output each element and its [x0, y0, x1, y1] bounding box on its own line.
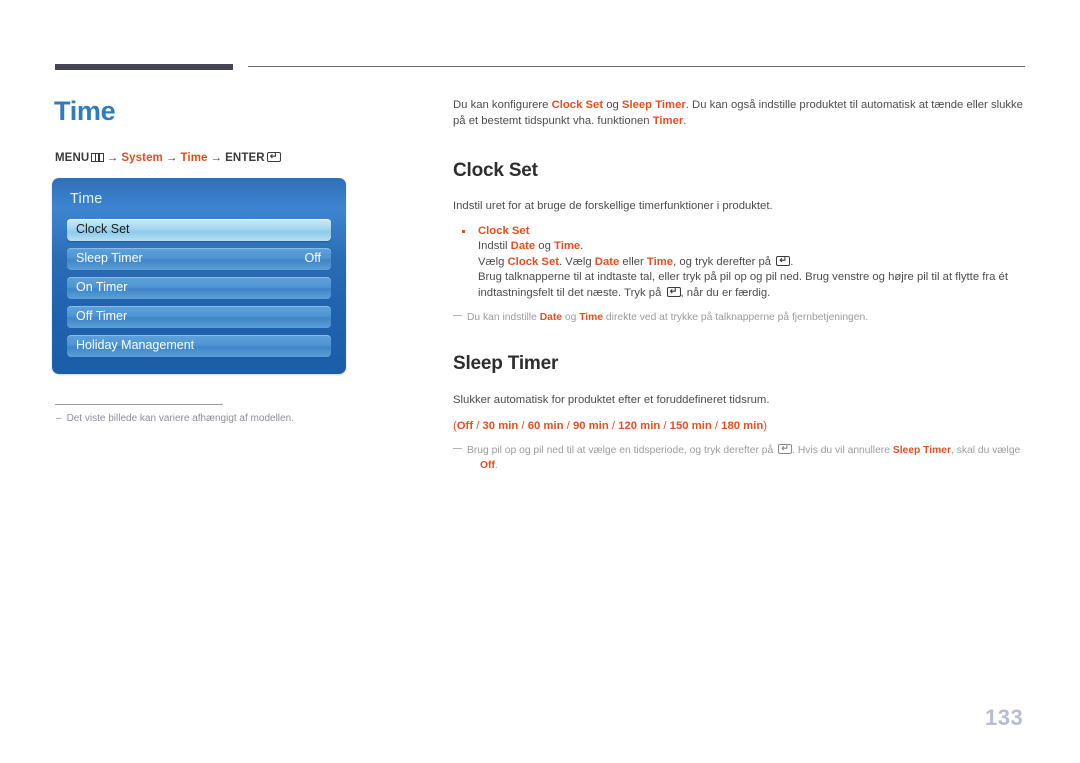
clock-set-heading: Clock Set: [453, 160, 538, 181]
cs-note-t3: direkte ved at trykke på talknapperne på…: [603, 312, 869, 323]
cs-l1-t2: og: [535, 240, 554, 252]
enter-key-icon: ↵: [778, 444, 793, 454]
breadcrumb-menu-label: MENU: [55, 152, 90, 164]
intro-accent-sleep-timer: Sleep Timer: [621, 99, 686, 111]
note-dash-icon: [453, 448, 462, 450]
cs-l2-t2: . Vælg: [559, 255, 595, 268]
cs-l3-t2: , når du er færdig.: [680, 286, 771, 299]
note-dash-icon: [453, 315, 462, 317]
page-title: Time: [54, 96, 116, 126]
enter-key-icon: ↵: [776, 255, 791, 266]
osd-item-holiday-management[interactable]: Holiday Management: [67, 335, 331, 357]
cs-l2-t5: .: [790, 255, 794, 268]
header-rule-thin: [248, 66, 1025, 67]
st-note-t1: Brug pil op og pil ned til at vælge en t…: [467, 445, 777, 456]
intro-accent-clock-set: Clock Set: [551, 99, 604, 111]
osd-menu-panel: Time Clock Set Sleep Timer Off On Timer …: [52, 178, 346, 374]
osd-item-label: Sleep Timer: [76, 251, 143, 265]
osd-menu-title: Time: [70, 191, 103, 207]
left-footnote-text: Det viste billede kan variere afhængigt …: [66, 413, 294, 424]
osd-item-label: Clock Set: [76, 222, 130, 236]
breadcrumb-arrow-2: →: [165, 152, 178, 164]
osd-item-label: Holiday Management: [76, 338, 195, 352]
clock-set-line-3: Brug talknapperne til at indtaste tal, e…: [478, 270, 1025, 301]
breadcrumb-enter-label: ENTER: [225, 152, 265, 164]
sleep-option-5: 150 min: [669, 419, 712, 432]
left-note-divider: [55, 404, 223, 405]
osd-item-label: On Timer: [76, 280, 128, 294]
page-number: 133: [985, 705, 1024, 730]
sleep-option-0: Off: [456, 419, 474, 432]
header-rule-thick: [55, 64, 233, 70]
sleep-sep-0: /: [473, 419, 483, 432]
intro-text-2: og: [603, 99, 622, 111]
left-footnote: – Det viste billede kan variere afhængigt…: [56, 412, 386, 426]
cs-note-accent-date: Date: [539, 312, 563, 323]
sleep-sep-5: /: [711, 419, 722, 432]
osd-item-off-timer[interactable]: Off Timer: [67, 306, 331, 328]
sleep-timer-heading: Sleep Timer: [453, 353, 559, 374]
intro-text-1: Du kan konfigurere: [453, 99, 552, 111]
sleep-sep-3: /: [608, 419, 619, 432]
osd-menu-list: Clock Set Sleep Timer Off On Timer Off T…: [67, 219, 331, 364]
breadcrumb-item-system[interactable]: System: [121, 152, 163, 164]
intro-accent-timer: Timer: [652, 114, 684, 127]
sleep-timer-note: Brug pil op og pil ned til at vælge en t…: [453, 443, 1025, 473]
bullet-dot-icon: [462, 229, 465, 233]
left-footnote-dash: –: [56, 413, 62, 424]
cs-l1-accent-date: Date: [510, 240, 536, 252]
cs-l1-accent-time: Time: [554, 240, 581, 252]
intro-text-4: .: [683, 114, 687, 127]
osd-item-on-timer[interactable]: On Timer: [67, 277, 331, 299]
cs-l2-accent-clock-set: Clock Set: [507, 255, 559, 268]
breadcrumb-arrow-3: →: [210, 152, 223, 164]
cs-l2-accent-time: Time: [646, 255, 674, 268]
menu-grid-icon: [90, 153, 104, 162]
clock-set-line-2: Vælg Clock Set. Vælg Date eller Time, og…: [478, 255, 1025, 271]
cs-note-t1: Du kan indstille: [467, 312, 540, 323]
osd-item-sleep-timer[interactable]: Sleep Timer Off: [67, 248, 331, 270]
cs-note-accent-time: Time: [579, 312, 604, 323]
clock-set-bullet-title: Clock Set: [478, 224, 530, 237]
sleep-timer-description: Slukker automatisk for produktet efter e…: [453, 394, 770, 406]
cs-note-t2: og: [562, 312, 580, 323]
sleep-options-close: ): [763, 419, 767, 432]
osd-item-value: Off: [304, 251, 321, 265]
enter-key-icon: ↵: [266, 152, 281, 162]
enter-key-icon: ↵: [666, 286, 681, 297]
st-note-accent-sleep-timer: Sleep Timer: [892, 445, 952, 456]
cs-l2-t4: , og tryk derefter på: [673, 255, 775, 268]
st-note-accent-off: Off: [480, 460, 495, 471]
sleep-option-6: 180 min: [721, 419, 764, 432]
sleep-option-3: 90 min: [572, 419, 609, 432]
clock-set-line-1: Indstil Date og Time.: [478, 239, 1025, 255]
clock-set-note: Du kan indstille Date og Time direkte ve…: [453, 310, 1025, 325]
clock-set-bullet-block: Clock Set Indstil Date og Time. Vælg Clo…: [453, 224, 1025, 302]
cs-l2-t1: Vælg: [478, 255, 508, 268]
clock-set-description: Indstil uret for at bruge de forskellige…: [453, 200, 773, 212]
breadcrumb-item-time[interactable]: Time: [181, 152, 208, 164]
sleep-option-4: 120 min: [618, 419, 661, 432]
cs-l1-t3: .: [580, 240, 584, 252]
osd-item-clock-set[interactable]: Clock Set: [67, 219, 331, 241]
sleep-sep-1: /: [518, 419, 528, 432]
st-note-t2: . Hvis du vil annullere: [792, 445, 893, 456]
osd-item-label: Off Timer: [76, 309, 128, 323]
cs-l2-t3: eller: [619, 255, 647, 268]
sleep-timer-options: (Off / 30 min / 60 min / 90 min / 120 mi…: [453, 419, 1025, 435]
main-content-column: Du kan konfigurere Clock Set og Sleep Ti…: [453, 98, 1025, 473]
cs-l1-t1: Indstil: [478, 240, 511, 252]
sleep-sep-4: /: [660, 419, 670, 432]
cs-l2-accent-date: Date: [594, 255, 620, 268]
breadcrumb-arrow-1: →: [106, 152, 119, 164]
breadcrumb: MENU → System → Time → ENTER ↵: [55, 152, 281, 164]
intro-paragraph: Du kan konfigurere Clock Set og Sleep Ti…: [453, 98, 1023, 129]
sleep-sep-2: /: [563, 419, 573, 432]
header-rule-group: [55, 62, 1025, 72]
st-note-t3: , skal du vælge: [951, 445, 1021, 456]
st-note-t4: .: [494, 460, 498, 471]
sleep-option-2: 60 min: [527, 419, 564, 432]
sleep-option-1: 30 min: [482, 419, 519, 432]
